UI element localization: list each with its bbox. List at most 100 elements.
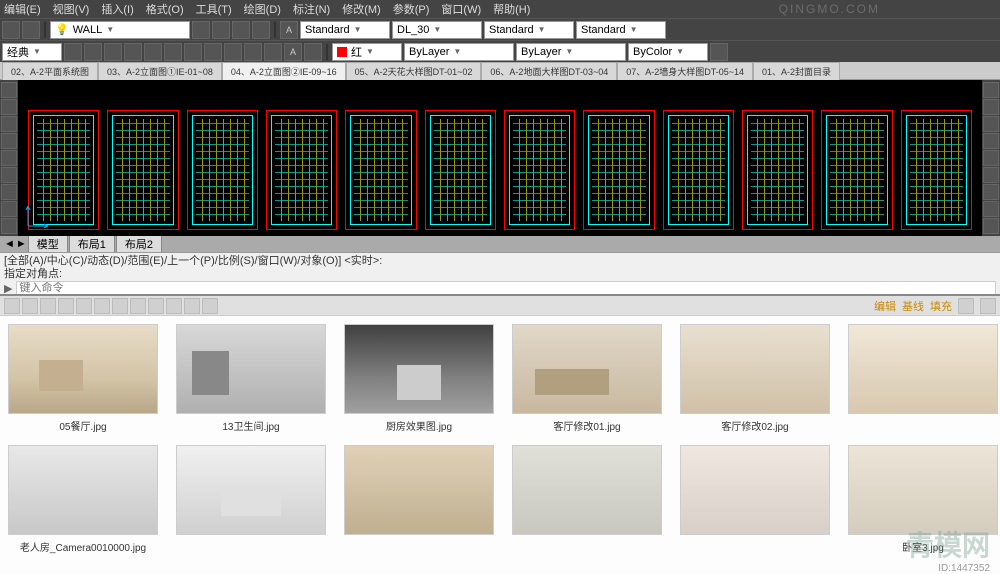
dimstyle-dropdown[interactable]: DL_30 ▼ [392,21,482,39]
thumbnail-item[interactable] [176,445,326,554]
label-baseline[interactable]: 基线 [902,298,924,314]
tablestyle-dropdown[interactable]: Standard ▼ [484,21,574,39]
layout-tab-1[interactable]: 布局1 [69,234,115,254]
layout-nav-icon[interactable]: ► [16,238,27,250]
plotstyle-dropdown[interactable]: ByColor ▼ [628,43,708,61]
layer-dropdown[interactable]: 💡 WALL ▼ [50,21,190,39]
tool-btn[interactable] [164,43,182,61]
browser-tool[interactable] [980,298,996,314]
thumbnails-area[interactable]: 05餐厅.jpg13卫生间.jpg厨房效果图.jpg客厅修改01.jpg客厅修改… [0,316,1000,574]
modify-tool[interactable] [983,201,999,217]
tool-btn[interactable] [264,43,282,61]
tool-btn[interactable] [244,43,262,61]
draw-tool[interactable] [1,201,17,217]
document-tab[interactable]: 05、A-2天花大样图DT-01~02 [346,62,482,80]
browser-tool[interactable] [958,298,974,314]
modify-tool[interactable] [983,167,999,183]
document-tab[interactable]: 03、A-2立面图①IE-01~08 [98,62,222,80]
draw-tool[interactable] [1,133,17,149]
menu-window[interactable]: 窗口(W) [441,1,481,17]
tool-btn[interactable] [124,43,142,61]
menu-insert[interactable]: 插入(I) [101,1,133,17]
document-tab[interactable]: 07、A-2墙身大样图DT-05~14 [617,62,753,80]
modify-tool[interactable] [983,150,999,166]
modify-tool[interactable] [983,82,999,98]
tool-btn[interactable]: A [280,21,298,39]
browser-tool[interactable] [22,298,38,314]
thumbnail-item[interactable] [512,445,662,554]
modify-tool[interactable] [983,218,999,234]
browser-tool[interactable] [130,298,146,314]
thumbnail-item[interactable]: 客厅修改01.jpg [512,324,662,433]
thumbnail-item[interactable] [680,445,830,554]
draw-tool[interactable] [1,218,17,234]
tool-btn[interactable] [710,43,728,61]
lineweight-dropdown[interactable]: ByLayer ▼ [516,43,626,61]
browser-tool[interactable] [58,298,74,314]
browser-tool[interactable] [112,298,128,314]
menu-parametric[interactable]: 参数(P) [393,1,430,17]
browser-tool[interactable] [184,298,200,314]
textstyle-dropdown[interactable]: Standard ▼ [300,21,390,39]
command-input[interactable] [16,281,996,295]
tool-btn[interactable] [2,21,20,39]
menu-help[interactable]: 帮助(H) [493,1,530,17]
tool-btn[interactable] [252,21,270,39]
browser-tool[interactable] [4,298,20,314]
thumbnail-item[interactable] [848,324,998,433]
thumbnail-item[interactable]: 老人房_Camera0010000.jpg [8,445,158,554]
tool-btn[interactable]: A [284,43,302,61]
modify-tool[interactable] [983,133,999,149]
layout-tab-2[interactable]: 布局2 [116,234,162,254]
label-fill[interactable]: 填充 [930,298,952,314]
browser-tool[interactable] [202,298,218,314]
document-tab[interactable]: 06、A-2地面大样图DT-03~04 [481,62,617,80]
document-tab[interactable]: 01、A-2封面目录 [753,62,840,80]
browser-tool[interactable] [94,298,110,314]
thumbnail-item[interactable] [344,445,494,554]
browser-tool[interactable] [148,298,164,314]
tool-btn[interactable] [144,43,162,61]
tool-btn[interactable] [192,21,210,39]
draw-tool[interactable] [1,82,17,98]
document-tab[interactable]: 02、A-2平面系统图 [2,62,98,80]
mleader-dropdown[interactable]: Standard ▼ [576,21,666,39]
menu-tools[interactable]: 工具(T) [196,1,232,17]
draw-tool[interactable] [1,167,17,183]
tool-btn[interactable] [212,21,230,39]
browser-tool[interactable] [166,298,182,314]
draw-tool[interactable] [1,116,17,132]
linetype-dropdown[interactable]: ByLayer ▼ [404,43,514,61]
draw-tool[interactable] [1,184,17,200]
draw-tool[interactable] [1,99,17,115]
thumbnail-item[interactable]: 05餐厅.jpg [8,324,158,433]
menu-draw[interactable]: 绘图(D) [244,1,281,17]
tool-btn[interactable] [224,43,242,61]
thumbnail-item[interactable]: 卧室3.jpg [848,445,998,554]
browser-tool[interactable] [40,298,56,314]
drawing-canvas[interactable] [18,80,982,236]
color-dropdown[interactable]: 红 ▼ [332,43,402,61]
thumbnail-item[interactable]: 客厅修改02.jpg [680,324,830,433]
tool-btn[interactable] [22,21,40,39]
tool-btn[interactable] [84,43,102,61]
workspace-dropdown[interactable]: 经典 ▼ [2,43,62,61]
document-tab[interactable]: 04、A-2立面图②IE-09~16 [222,62,346,80]
menu-dimension[interactable]: 标注(N) [293,1,330,17]
browser-tool[interactable] [76,298,92,314]
modify-tool[interactable] [983,99,999,115]
modify-tool[interactable] [983,184,999,200]
menu-edit[interactable]: 编辑(E) [4,1,41,17]
tool-btn[interactable] [64,43,82,61]
modify-tool[interactable] [983,116,999,132]
tool-btn[interactable] [304,43,322,61]
thumbnail-item[interactable]: 厨房效果图.jpg [344,324,494,433]
thumbnail-item[interactable]: 13卫生间.jpg [176,324,326,433]
label-edit[interactable]: 编辑 [874,298,896,314]
tool-btn[interactable] [184,43,202,61]
tool-btn[interactable] [232,21,250,39]
draw-tool[interactable] [1,150,17,166]
menu-modify[interactable]: 修改(M) [342,1,381,17]
menu-view[interactable]: 视图(V) [53,1,90,17]
tool-btn[interactable] [204,43,222,61]
